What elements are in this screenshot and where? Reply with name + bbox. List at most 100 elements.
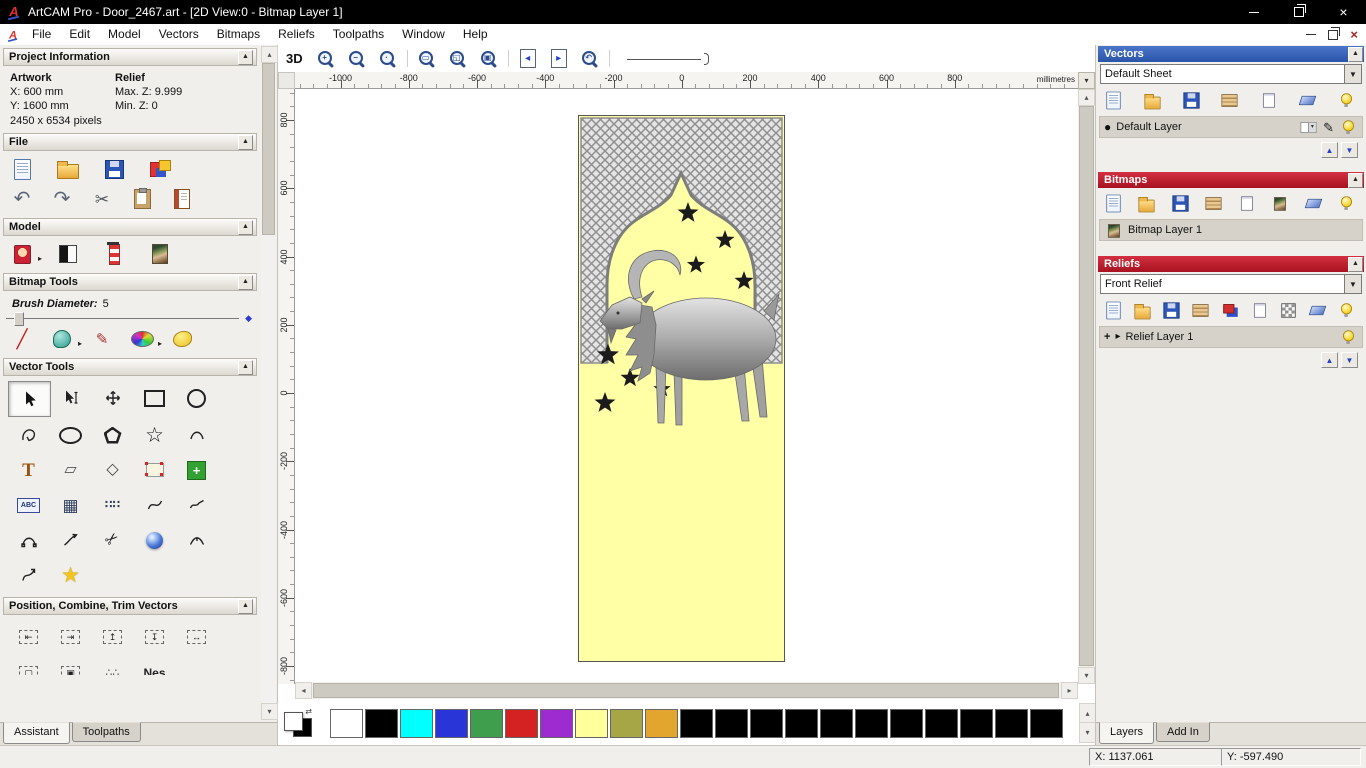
open-model-icon[interactable] [56,157,80,181]
zoom-in-icon[interactable]: + [314,47,338,71]
new-layer-icon[interactable] [1261,92,1277,108]
nest-icon[interactable]: ∷∷ [101,493,125,517]
assistant-scrollbar[interactable]: ▴ ▾ [261,46,278,720]
layer-up-icon[interactable]: ▲ [1321,142,1338,158]
relief-select[interactable]: Front Relief ▼ [1100,274,1362,294]
tab-assistant[interactable]: Assistant [3,722,70,744]
save-bitmap-icon[interactable] [1171,195,1189,212]
wrap-text-icon[interactable]: ▱ [59,458,83,482]
line-width-widget[interactable] [626,52,711,65]
palette-swatch[interactable] [855,708,888,738]
merge-reliefs-icon[interactable] [1192,302,1209,318]
menu-vectors[interactable]: Vectors [150,24,208,45]
palette-swatch[interactable] [330,708,363,738]
chevron-down-icon[interactable]: ▼ [1344,275,1361,293]
toggle-visibility-icon[interactable] [1338,92,1354,108]
select-vectors-icon[interactable] [18,387,42,411]
bitmap-layer-row[interactable]: Bitmap Layer 1 [1099,219,1363,241]
mdi-close-button[interactable]: × [1350,28,1358,41]
collapse-position-button[interactable]: ▲ [238,598,253,614]
open-relief-icon[interactable] [1134,302,1151,319]
tool-cell[interactable]: ↔ [176,620,217,654]
new-bitmap-icon[interactable] [1105,194,1121,213]
tool-cell[interactable]: ↥ [92,620,133,654]
palette-swatch[interactable] [1030,708,1063,738]
draw-selective-icon[interactable]: ✎ [90,327,114,351]
relief-layer-row[interactable]: + ▸ Relief Layer 1 [1099,326,1363,348]
tool-cell[interactable]: ∴∴ [92,656,133,675]
palette-swatch[interactable] [435,708,468,738]
current-colours-indicator[interactable]: ⇄ [284,707,312,737]
scroll-down-icon[interactable]: ▾ [1078,667,1095,684]
node-editing-icon[interactable] [59,386,83,410]
delete-relief-icon[interactable] [1308,302,1327,318]
tool-cell[interactable]: ◇ [92,453,133,487]
tool-cell[interactable] [134,488,175,522]
undo-icon[interactable]: ↶ [10,187,34,211]
palette-swatch[interactable] [365,708,398,738]
brush-slider[interactable] [6,312,240,326]
palette-swatch[interactable] [680,708,713,738]
drawing-canvas[interactable] [295,89,1078,682]
tool-cell[interactable]: ▱ [50,453,91,487]
three-point-arc-icon[interactable] [185,528,209,552]
merge-bitmaps-icon[interactable] [1205,195,1222,211]
brush-slider-handle[interactable] [14,312,24,326]
palette-swatch[interactable] [785,708,818,738]
hscroll-thumb[interactable] [313,683,1059,698]
bitmap-visibility-icon[interactable] [1338,195,1354,211]
tool-cell[interactable] [134,453,175,487]
menu-file[interactable]: File [23,24,60,45]
palette-swatch[interactable] [890,708,923,738]
expand-plus-icon[interactable]: + [1104,331,1110,343]
brush-link-icon[interactable]: ◆ [245,314,252,323]
tool-cell[interactable] [50,418,91,452]
scroll-down-icon[interactable]: ▾ [261,703,278,720]
minimize-button[interactable] [1231,0,1276,24]
tool-cell[interactable]: ABC [8,488,49,522]
palette-swatch[interactable] [470,708,503,738]
palette-swatch[interactable] [400,708,433,738]
create-ellipse-icon[interactable] [59,423,83,447]
vscroll-thumb[interactable] [1079,106,1094,666]
zoom-fit-icon[interactable]: ◱ [446,47,470,71]
nest-text-icon[interactable]: Nes [143,661,167,675]
collapse-model-button[interactable]: ▲ [238,219,253,235]
scrollbar-thumb[interactable] [262,63,275,235]
collapse-reliefs-button[interactable]: ▲ [1348,256,1363,272]
sheet-icon[interactable] [1251,302,1267,318]
merge-vectors-icon[interactable] [1221,92,1239,108]
arc-editing-icon[interactable] [17,528,41,552]
palette-swatch[interactable] [750,708,783,738]
open-bitmap-icon[interactable] [1138,195,1155,212]
text-block-icon[interactable]: ABC [17,493,41,517]
create-arc-icon[interactable] [185,423,209,447]
menu-edit[interactable]: Edit [60,24,99,45]
menu-bitmaps[interactable]: Bitmaps [208,24,269,45]
trim-vectors-icon[interactable]: ✂ [101,528,125,552]
close-button[interactable]: × [1321,0,1366,24]
edit-pencil-icon[interactable]: ✎ [1323,121,1334,134]
align-top-icon[interactable]: ↥ [101,625,125,649]
tool-cell[interactable] [8,381,51,417]
mdi-minimize-button[interactable] [1306,34,1317,35]
vector-layer-row[interactable]: ● Default Layer ✎ [1099,116,1363,138]
create-star-icon[interactable]: ☆ [143,423,167,447]
import-model-icon[interactable] [148,157,172,181]
layer-colour-icon[interactable]: ● [1104,121,1111,133]
align-square-icon[interactable]: ▢ [17,661,41,675]
tab-layers[interactable]: Layers [1099,722,1155,744]
paste-icon[interactable] [130,187,154,211]
collapse-vectors-button[interactable]: ▲ [1348,46,1363,62]
palette-swatch[interactable] [820,708,853,738]
tool-cell[interactable]: ✂ [92,523,133,557]
palette-swatch[interactable] [925,708,958,738]
menu-reliefs[interactable]: Reliefs [269,24,324,45]
tool-cell[interactable]: ⇥ [50,620,91,654]
tool-cell[interactable]: ↧ [134,620,175,654]
tool-cell[interactable] [8,418,49,452]
palette-swatch[interactable] [995,708,1028,738]
zoom-objects-icon[interactable]: ▣ [477,47,501,71]
tool-cell[interactable]: ★ [50,558,91,592]
redo-icon[interactable]: ↷ [50,187,74,211]
